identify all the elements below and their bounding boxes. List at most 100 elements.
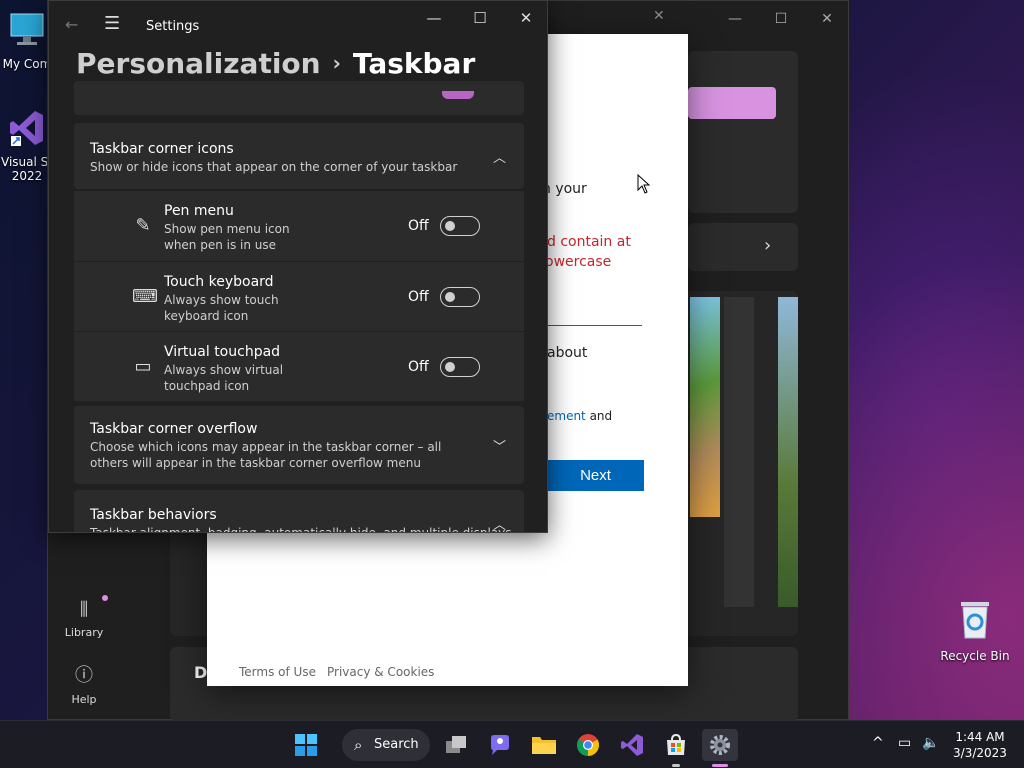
recycle-bin-icon xyxy=(961,602,989,639)
row-virtual-touchpad: ▭ Virtual touchpad Always show virtual t… xyxy=(74,331,524,401)
store-icon xyxy=(667,733,685,755)
library-icon: ⫼ xyxy=(79,599,89,620)
breadcrumb-parent[interactable]: Personalization xyxy=(76,47,321,80)
nav-label: Help xyxy=(71,693,97,706)
nav-label: Library xyxy=(64,626,104,639)
back-arrow-icon[interactable]: ← xyxy=(65,15,78,34)
task-view-icon xyxy=(446,736,466,753)
toggle-knob xyxy=(445,221,455,231)
running-indicator xyxy=(672,764,680,767)
agreement-tail: and xyxy=(585,409,613,423)
virtual-touchpad-toggle[interactable] xyxy=(440,357,480,377)
chat-button[interactable] xyxy=(484,729,516,761)
store-pink-button[interactable] xyxy=(688,87,776,119)
close-icon[interactable]: ✕ xyxy=(503,5,547,31)
mouse-cursor-icon xyxy=(637,174,651,194)
taskbar: ⌕ Search ^ ▭ 🔈 1:44 AM 3/3/2023 xyxy=(0,720,1024,768)
toggle-knob xyxy=(445,362,455,372)
row-title: Touch keyboard xyxy=(164,274,274,290)
section-taskbar-corner-icons[interactable]: Taskbar corner icons Show or hide icons … xyxy=(74,123,524,189)
agreement-link[interactable]: ement xyxy=(547,409,586,423)
clock[interactable]: 1:44 AM 3/3/2023 xyxy=(950,729,1010,761)
monitor-icon xyxy=(10,13,44,45)
store-row-card[interactable]: › xyxy=(688,223,798,271)
agreement-text: ement and xyxy=(547,409,612,423)
privacy-link[interactable]: Privacy & Cookies xyxy=(327,665,434,679)
nav-help[interactable]: ⓘ Help xyxy=(48,661,120,706)
dialog-text: n your xyxy=(542,181,587,197)
dialog-text: about xyxy=(547,345,588,361)
gear-icon xyxy=(710,735,730,755)
section-desc: Show or hide icons that appear on the co… xyxy=(90,160,458,174)
nav-library[interactable]: ⫼ Library xyxy=(48,595,120,639)
close-icon[interactable]: ✕ xyxy=(653,8,665,24)
section-title: Taskbar corner overflow xyxy=(90,421,258,437)
error-text: owercase xyxy=(545,254,612,270)
minimize-icon[interactable]: — xyxy=(411,5,457,31)
microsoft-store-button[interactable] xyxy=(660,729,692,761)
chevron-up-icon[interactable]: ︿ xyxy=(493,147,506,166)
terms-link[interactable]: Terms of Use xyxy=(239,665,316,679)
file-explorer-button[interactable] xyxy=(528,729,560,761)
desktop-icon-recycle-bin[interactable]: Recycle Bin xyxy=(936,598,1014,663)
error-text: d contain at xyxy=(547,234,631,250)
section-heading: D xyxy=(194,663,208,682)
maximize-icon[interactable]: ☐ xyxy=(457,5,503,31)
section-title: Taskbar behaviors xyxy=(90,507,217,523)
visual-studio-icon xyxy=(621,734,643,756)
section-taskbar-corner-overflow[interactable]: Taskbar corner overflow Choose which ico… xyxy=(74,406,524,484)
pen-menu-toggle[interactable] xyxy=(440,216,480,236)
help-icon: ⓘ xyxy=(75,665,93,686)
maximize-icon[interactable]: ☐ xyxy=(758,7,804,31)
chrome-button[interactable] xyxy=(572,729,604,761)
notification-dot xyxy=(102,595,108,601)
chevron-down-icon[interactable]: ﹀ xyxy=(493,436,506,455)
input-underline[interactable] xyxy=(547,325,642,326)
desktop-icon-label: Recycle Bin xyxy=(940,649,1010,663)
close-icon[interactable]: ✕ xyxy=(804,7,850,31)
touch-keyboard-toggle[interactable] xyxy=(440,287,480,307)
game-thumbnail[interactable] xyxy=(690,297,720,517)
chevron-right-icon: › xyxy=(764,235,772,256)
breadcrumb: Personalization › Taskbar xyxy=(76,47,475,80)
volume-icon[interactable]: 🔈 xyxy=(922,735,939,751)
search-icon: ⌕ xyxy=(354,736,363,754)
window-title: Settings xyxy=(146,19,200,34)
hamburger-menu-icon[interactable]: ☰ xyxy=(104,13,120,34)
chrome-icon xyxy=(577,734,599,756)
game-thumbnail[interactable] xyxy=(778,297,798,607)
row-title: Pen menu xyxy=(164,203,234,219)
minimize-icon[interactable]: — xyxy=(712,7,758,31)
row-desc: Always show touch keyboard icon xyxy=(164,293,279,323)
settings-button[interactable] xyxy=(702,729,738,761)
row-desc: Always show virtual touchpad icon xyxy=(164,363,284,393)
toggle-on-partial[interactable] xyxy=(442,91,474,99)
touchpad-icon: ▭ xyxy=(134,356,152,377)
next-button[interactable]: Next xyxy=(547,460,644,491)
pen-icon: ✎ xyxy=(135,215,151,236)
folder-icon xyxy=(532,737,556,754)
windows-logo-icon xyxy=(295,734,317,756)
start-button[interactable] xyxy=(290,729,322,761)
chevron-up-icon[interactable]: ^ xyxy=(872,735,884,751)
chevron-right-icon: › xyxy=(332,51,341,75)
section-title: Taskbar corner icons xyxy=(90,141,234,157)
keyboard-icon: ⌨ xyxy=(132,286,158,307)
row-pen-menu: ✎ Pen menu Show pen menu icon when pen i… xyxy=(74,191,524,261)
visual-studio-icon xyxy=(10,111,43,146)
chevron-up-icon[interactable]: ︿ xyxy=(493,514,506,532)
visual-studio-button[interactable] xyxy=(616,729,648,761)
section-taskbar-behaviors[interactable]: Taskbar behaviors Taskbar alignment, bad… xyxy=(74,490,524,532)
clock-time: 1:44 AM xyxy=(955,730,1005,744)
settings-card-partial xyxy=(74,81,524,115)
search-button[interactable]: ⌕ Search xyxy=(342,729,430,761)
gallery-slot xyxy=(724,297,754,607)
toggle-knob xyxy=(445,292,455,302)
task-view-button[interactable] xyxy=(440,729,472,761)
chat-icon xyxy=(491,735,509,755)
network-icon[interactable]: ▭ xyxy=(898,735,911,751)
settings-window: ← ☰ Settings — ☐ ✕ Personalization › Taskb… xyxy=(48,0,548,533)
toggle-state: Off xyxy=(408,359,429,375)
store-banner-card xyxy=(688,51,798,213)
toggle-state: Off xyxy=(408,218,429,234)
